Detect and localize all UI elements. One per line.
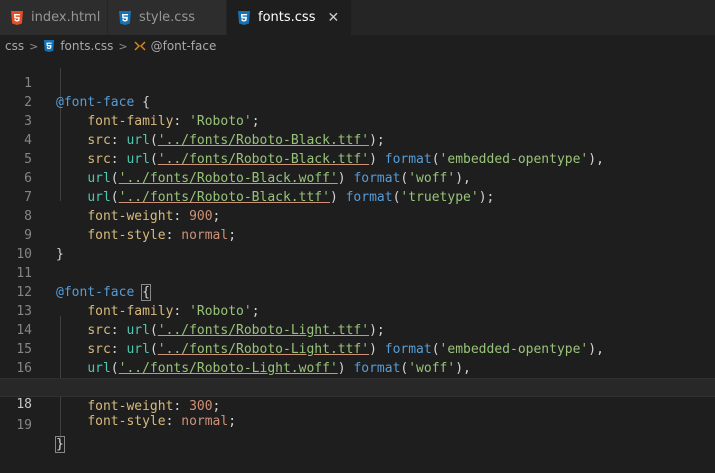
code-line: 2 font-family: 'Roboto'; <box>0 74 715 129</box>
chevron-right-icon: > <box>118 39 128 53</box>
breadcrumb-symbol[interactable]: @font-face <box>151 39 217 53</box>
semicolon: ; <box>228 414 237 429</box>
breadcrumb-folder[interactable]: css <box>5 39 24 53</box>
code-line-current: 18 font-style: normal; <box>0 378 715 429</box>
html5-icon <box>11 10 23 25</box>
breadcrumb-file[interactable]: fonts.css <box>60 39 113 53</box>
code-line: 13 src: url('../fonts/Roboto-Light.ttf')… <box>0 283 715 338</box>
tab-index-html[interactable]: index.html <box>0 0 108 35</box>
tab-label: style.css <box>139 10 195 25</box>
code-line: 7 font-weight: 900; <box>0 169 715 224</box>
code-line: 3 src: url('../fonts/Roboto-Black.ttf'); <box>0 93 715 148</box>
property: font-style <box>87 414 166 429</box>
code-line: 9 } <box>0 207 715 262</box>
chevron-right-icon: > <box>29 39 39 53</box>
code-line: 17 font-weight: 300; <box>0 359 715 414</box>
tab-style-css[interactable]: style.css <box>108 0 227 35</box>
code-line: 15 url('../fonts/Roboto-Light.woff') for… <box>0 321 715 376</box>
colon: : <box>165 414 174 429</box>
code-editor[interactable]: 1 @font-face { 2 font-family: 'Roboto'; … <box>0 55 715 453</box>
code-line: 19 } <box>0 397 715 453</box>
tab-fonts-css[interactable]: fonts.css ✕ <box>227 0 352 35</box>
code-line: 10 <box>0 226 715 262</box>
breadcrumb: css > fonts.css > @font-face <box>0 35 715 57</box>
css3-icon <box>238 10 250 25</box>
code-line: 1 @font-face { <box>0 55 715 110</box>
code-line: 16 url('../fonts/Roboto-Light.ttf') form… <box>0 340 715 395</box>
tab-label: index.html <box>31 10 101 25</box>
close-icon[interactable]: ✕ <box>327 10 339 26</box>
code-line: 11 @font-face { <box>0 245 715 301</box>
code-line: 4 src: url('../fonts/Roboto-Black.ttf') … <box>0 112 715 167</box>
value: normal <box>181 414 229 429</box>
css3-icon <box>119 10 131 25</box>
tab-label: fonts.css <box>258 10 316 25</box>
brace-match: } <box>55 436 65 453</box>
symbol-namespace-icon <box>134 41 146 51</box>
line-number: 19 <box>16 418 32 433</box>
tab-bar: index.html style.css fonts.css ✕ <box>0 0 715 35</box>
code-line: 14 src: url('../fonts/Roboto-Light.ttf')… <box>0 302 715 357</box>
code-line: 12 font-family: 'Roboto'; <box>0 264 715 319</box>
code-line: 5 url('../fonts/Roboto-Black.woff') form… <box>0 131 715 186</box>
code-line: 8 font-style: normal; <box>0 188 715 243</box>
code-line: 6 url('../fonts/Roboto-Black.ttf') forma… <box>0 150 715 205</box>
css3-icon <box>44 40 55 52</box>
